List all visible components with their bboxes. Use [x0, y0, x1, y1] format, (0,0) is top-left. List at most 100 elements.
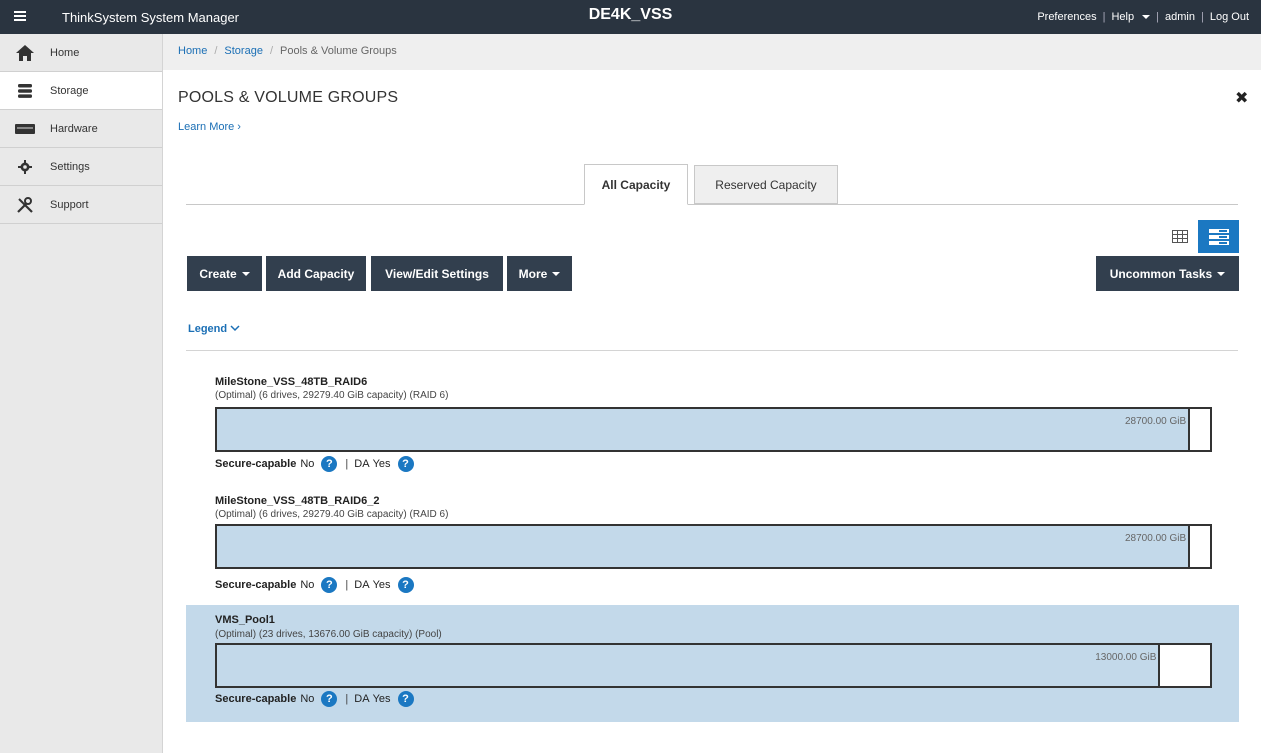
- capacity-bar-fill: [217, 409, 1191, 450]
- pool-card[interactable]: MileStone_VSS_48TB_RAID6 (Optimal) (6 dr…: [186, 366, 1239, 478]
- secure-capable-label: Secure-capable: [215, 693, 297, 705]
- breadcrumb-current: Pools & Volume Groups: [280, 45, 397, 57]
- help-label: Help: [1111, 11, 1135, 23]
- pool-name: VMS_Pool1: [215, 614, 275, 626]
- home-icon: [14, 44, 36, 62]
- sidebar-item-label: Storage: [50, 84, 89, 97]
- breadcrumb: Home / Storage / Pools & Volume Groups: [163, 34, 1261, 70]
- da-label: DA: [354, 458, 370, 470]
- more-button[interactable]: More: [507, 256, 572, 291]
- help-icon[interactable]: ?: [397, 691, 414, 707]
- divider: |: [1102, 11, 1106, 23]
- add-capacity-button[interactable]: Add Capacity: [266, 256, 366, 291]
- breadcrumb-storage[interactable]: Storage: [224, 45, 263, 57]
- chevron-down-icon: [552, 271, 561, 276]
- secure-capable-value: No: [300, 579, 315, 591]
- tab-all-capacity[interactable]: All Capacity: [584, 164, 688, 205]
- app-title: ThinkSystem System Manager: [62, 10, 240, 25]
- breadcrumb-separator: /: [214, 45, 218, 57]
- da-value: Yes: [372, 693, 391, 705]
- divider: |: [345, 458, 349, 470]
- capacity-used-value: 28700.00 GiB: [1125, 533, 1187, 544]
- sidebar-item-label: Home: [50, 46, 80, 59]
- top-bar: ThinkSystem System Manager DE4K_VSS Pref…: [0, 0, 1261, 34]
- pool-description: (Optimal) (6 drives, 29279.40 GiB capaci…: [215, 390, 449, 401]
- da-value: Yes: [372, 458, 391, 470]
- secure-capable-label: Secure-capable: [215, 579, 297, 591]
- capacity-bar-fill: [217, 645, 1161, 686]
- hardware-icon: [14, 120, 36, 138]
- hamburger-menu-icon[interactable]: [12, 9, 28, 25]
- more-label: More: [518, 266, 548, 281]
- sidebar-item-storage[interactable]: Storage: [0, 72, 162, 110]
- list-view-icon[interactable]: [1198, 220, 1239, 253]
- secure-capable-value: No: [300, 693, 315, 705]
- sidebar-item-hardware[interactable]: Hardware: [0, 110, 162, 148]
- help-icon[interactable]: ?: [321, 456, 338, 472]
- secure-capable-label: Secure-capable: [215, 458, 297, 470]
- divider: |: [1156, 11, 1160, 23]
- chevron-down-icon: [1142, 15, 1151, 20]
- pool-name: MileStone_VSS_48TB_RAID6_2: [215, 495, 380, 507]
- capacity-bar: 28700.00 GiB: [215, 524, 1212, 569]
- storage-icon: [14, 82, 36, 100]
- help-icon[interactable]: ?: [321, 691, 338, 707]
- pool-meta: Secure-capable No ? | DA Yes ?: [215, 577, 422, 593]
- uncommon-tasks-button[interactable]: Uncommon Tasks: [1096, 256, 1239, 291]
- capacity-bar: 13000.00 GiB: [215, 643, 1212, 688]
- da-label: DA: [354, 579, 370, 591]
- help-menu[interactable]: Help: [1111, 11, 1151, 23]
- sidebar-item-label: Hardware: [50, 122, 98, 135]
- close-icon[interactable]: ✖: [1235, 88, 1248, 108]
- grid-view-icon[interactable]: [1167, 223, 1193, 249]
- capacity-used-value: 28700.00 GiB: [1125, 416, 1187, 427]
- da-label: DA: [354, 693, 370, 705]
- breadcrumb-home[interactable]: Home: [178, 45, 207, 57]
- secure-capable-value: No: [300, 458, 315, 470]
- help-icon[interactable]: ?: [397, 456, 414, 472]
- help-icon[interactable]: ?: [397, 577, 414, 593]
- view-edit-settings-button[interactable]: View/Edit Settings: [371, 256, 503, 291]
- chevron-down-icon: [1217, 271, 1226, 276]
- pool-meta: Secure-capable No ? | DA Yes ?: [215, 691, 422, 707]
- sidebar: Home Storage Hardware Settings Support: [0, 34, 163, 753]
- preferences-link[interactable]: Preferences: [1037, 11, 1096, 23]
- sidebar-item-support[interactable]: Support: [0, 186, 162, 224]
- create-label: Create: [199, 266, 237, 281]
- create-button[interactable]: Create: [187, 256, 262, 291]
- pool-description: (Optimal) (6 drives, 29279.40 GiB capaci…: [215, 509, 449, 520]
- pool-card-selected[interactable]: VMS_Pool1 (Optimal) (23 drives, 13676.00…: [186, 605, 1239, 722]
- legend-toggle[interactable]: Legend: [188, 323, 240, 335]
- pool-description: (Optimal) (23 drives, 13676.00 GiB capac…: [215, 629, 442, 640]
- uncommon-tasks-label: Uncommon Tasks: [1109, 266, 1213, 281]
- pool-meta: Secure-capable No ? | DA Yes ?: [215, 456, 422, 472]
- sidebar-item-label: Support: [50, 198, 89, 211]
- pool-name: MileStone_VSS_48TB_RAID6: [215, 376, 368, 388]
- learn-more-link[interactable]: Learn More ›: [178, 121, 241, 133]
- capacity-bar-fill: [217, 526, 1191, 567]
- pool-card[interactable]: MileStone_VSS_48TB_RAID6_2 (Optimal) (6 …: [186, 485, 1239, 597]
- da-value: Yes: [372, 579, 391, 591]
- divider: |: [1201, 11, 1204, 23]
- capacity-bar: 28700.00 GiB: [215, 407, 1212, 452]
- gear-icon: [14, 158, 36, 176]
- help-icon[interactable]: ?: [321, 577, 338, 593]
- divider: |: [345, 693, 349, 705]
- top-nav: Preferences | Help | admin | Log Out: [1037, 11, 1249, 23]
- tab-reserved-capacity[interactable]: Reserved Capacity: [694, 165, 838, 204]
- capacity-used-value: 13000.00 GiB: [1095, 652, 1157, 663]
- breadcrumb-separator: /: [269, 45, 273, 57]
- legend-label: Legend: [188, 323, 228, 335]
- sidebar-item-home[interactable]: Home: [0, 34, 162, 72]
- tab-divider: [186, 204, 1238, 205]
- tools-icon: [14, 196, 36, 214]
- legend-divider: [186, 350, 1238, 351]
- divider: |: [345, 579, 349, 591]
- chevron-down-icon: [241, 271, 250, 276]
- sidebar-item-settings[interactable]: Settings: [0, 148, 162, 186]
- user-link[interactable]: admin: [1165, 11, 1195, 23]
- sidebar-item-label: Settings: [50, 160, 90, 173]
- chevron-down-icon: [230, 325, 240, 332]
- page-title: POOLS & VOLUME GROUPS: [178, 89, 399, 106]
- logout-link[interactable]: Log Out: [1210, 11, 1249, 23]
